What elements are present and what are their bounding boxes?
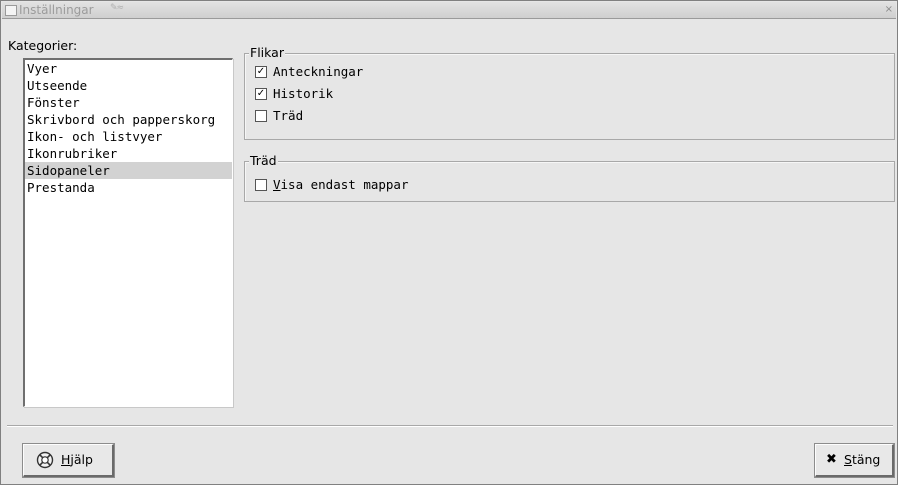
category-item-skrivbord[interactable]: Skrivbord och papperskorg xyxy=(25,111,232,128)
tabs-frame-title: Flikar xyxy=(249,45,285,60)
history-option[interactable]: ✓ Historik xyxy=(255,86,333,102)
category-item-utseende[interactable]: Utseende xyxy=(25,77,232,94)
help-label: Hjälp xyxy=(61,452,93,467)
notes-checkbox[interactable]: ✓ xyxy=(255,65,267,78)
title-decoration-icon: ✎≈ xyxy=(110,3,124,13)
help-button[interactable]: Hjälp xyxy=(22,443,115,478)
categories-label: Kategorier: xyxy=(8,38,78,53)
show-folders-only-checkbox[interactable] xyxy=(255,178,267,191)
close-label: Stäng xyxy=(844,452,881,467)
category-item-sidopaneler[interactable]: Sidopaneler xyxy=(25,162,232,179)
close-icon: ✖ xyxy=(826,452,837,467)
category-item-ikonvyer[interactable]: Ikon- och listvyer xyxy=(25,128,232,145)
tree-option[interactable]: Träd xyxy=(255,108,303,124)
show-folders-only-mnemonic: V xyxy=(273,177,281,192)
lifebuoy-icon xyxy=(36,451,54,469)
tabs-frame: Flikar ✓ Anteckningar ✓ Historik Träd xyxy=(244,46,895,140)
history-checkbox[interactable]: ✓ xyxy=(255,87,267,100)
notes-label: Anteckningar xyxy=(273,64,364,79)
window-title: Inställningar xyxy=(19,3,94,17)
preferences-window: Inställningar ✎≈ × Kategorier: Vyer Utse… xyxy=(0,0,898,485)
tree-checkbox[interactable] xyxy=(255,109,267,122)
close-button[interactable]: ✖ Stäng xyxy=(814,443,895,478)
tree-frame: Träd Visa endast mappar xyxy=(244,154,895,202)
title-bar[interactable]: Inställningar ✎≈ × xyxy=(2,2,896,19)
history-label: Historik xyxy=(273,86,334,101)
category-item-ikonrubriker[interactable]: Ikonrubriker xyxy=(25,145,232,162)
show-folders-only-label: isa endast mappar xyxy=(280,177,409,192)
categories-list[interactable]: Vyer Utseende Fönster Skrivbord och papp… xyxy=(23,58,233,407)
window-menu-icon[interactable] xyxy=(5,5,17,16)
show-folders-only-option[interactable]: Visa endast mappar xyxy=(255,177,408,193)
tree-frame-title: Träd xyxy=(249,153,278,168)
window-close-icon[interactable]: × xyxy=(885,3,893,16)
tree-label: Träd xyxy=(273,108,304,123)
category-item-fonster[interactable]: Fönster xyxy=(25,94,232,111)
category-item-prestanda[interactable]: Prestanda xyxy=(25,179,232,196)
category-item-vyer[interactable]: Vyer xyxy=(25,60,232,77)
button-separator xyxy=(7,425,893,427)
notes-option[interactable]: ✓ Anteckningar xyxy=(255,64,363,80)
